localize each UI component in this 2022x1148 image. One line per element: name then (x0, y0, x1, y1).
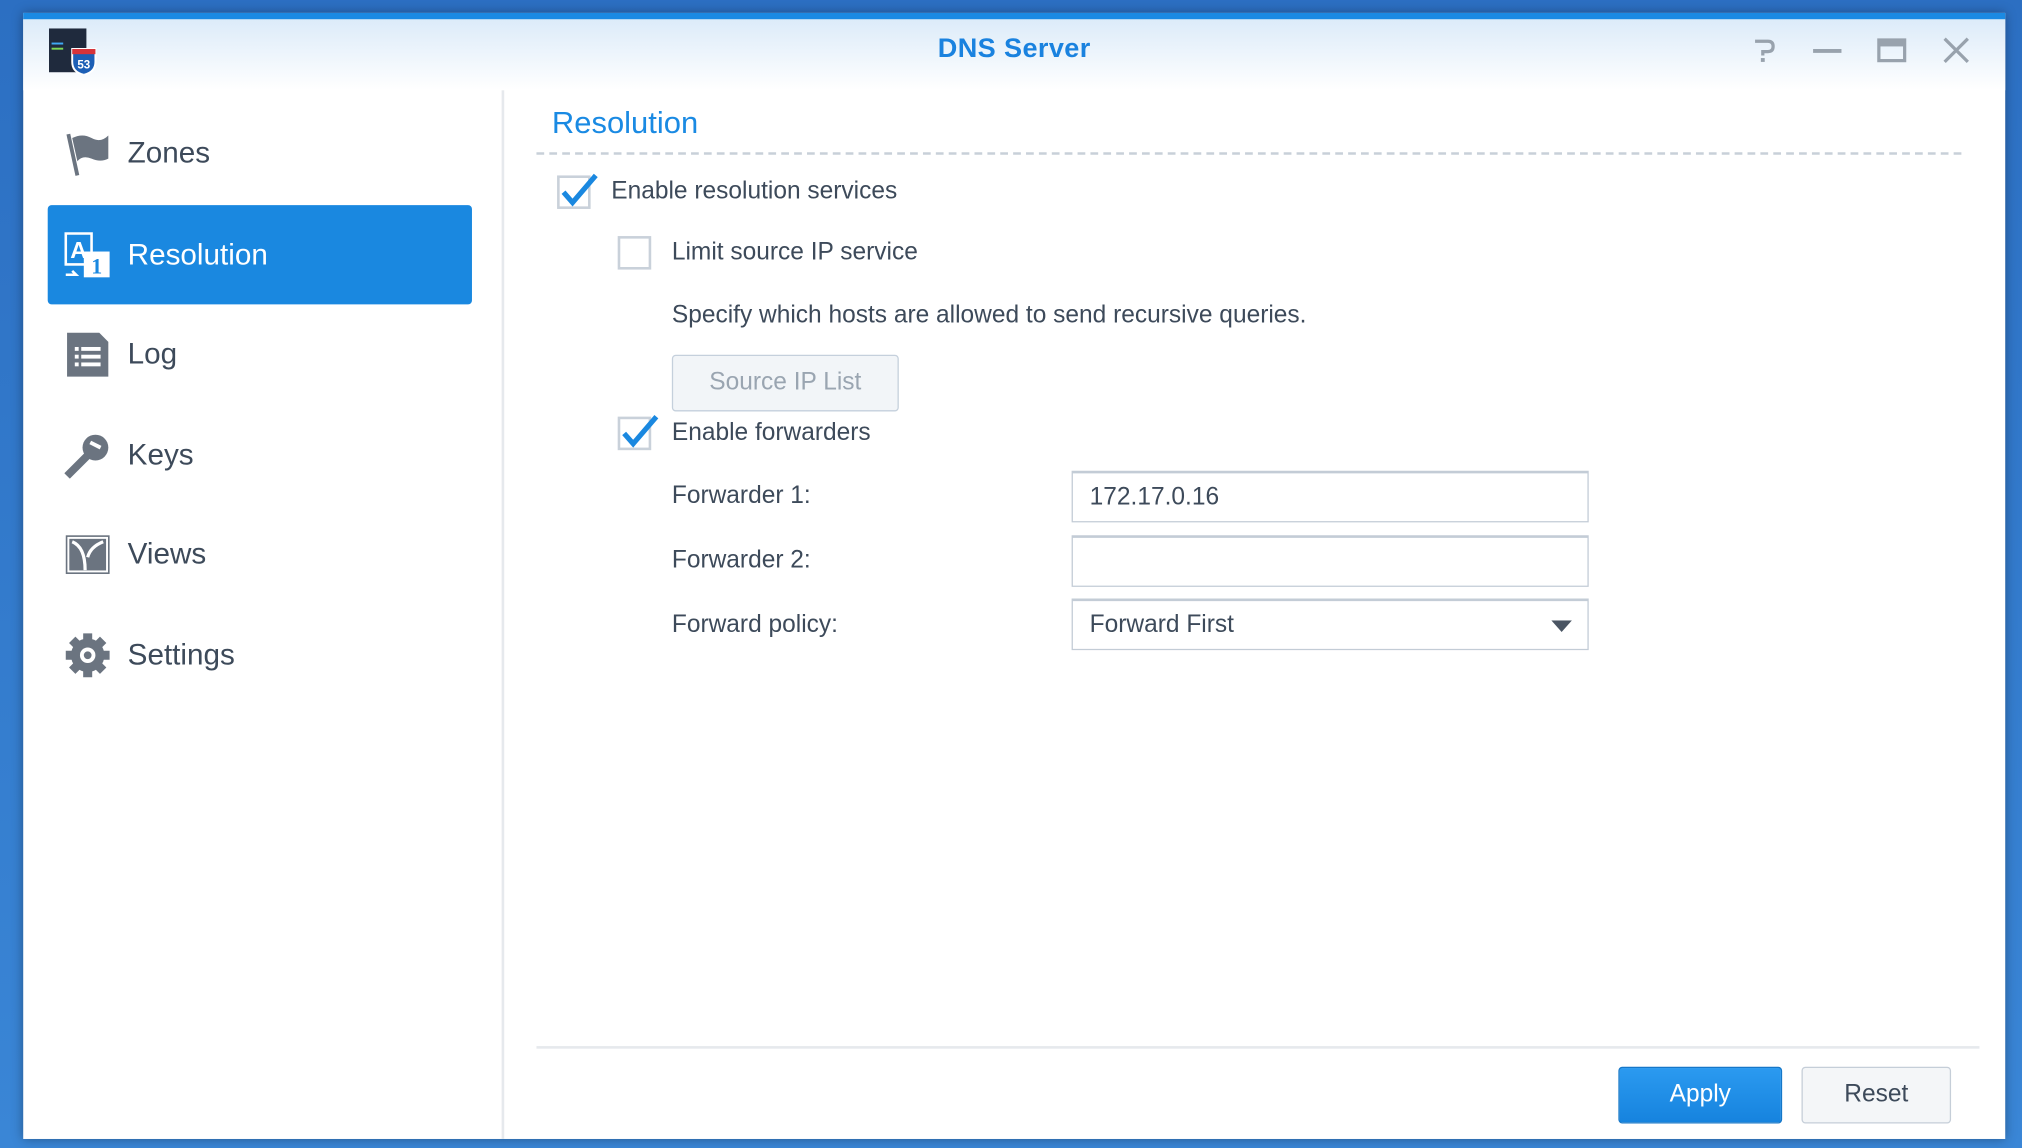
flag-icon (66, 133, 109, 176)
forwarder2-input[interactable] (1071, 535, 1589, 587)
sidebar-item-label: Log (127, 336, 178, 371)
limit-description: Specify which hosts are allowed to send … (672, 302, 1307, 330)
sidebar-item-label: Settings (127, 637, 235, 671)
enable-forwarders-row: Enable forwarders (617, 414, 871, 451)
section-title: Resolution (551, 105, 699, 141)
enable-resolution-row: Enable resolution services (557, 173, 898, 209)
sidebar-item-label: Zones (127, 135, 211, 169)
forwarder1-input[interactable]: 172.17.0.16 (1071, 470, 1589, 523)
sidebar-item-resolution[interactable]: A1 Resolution (47, 205, 472, 305)
close-icon[interactable] (1941, 35, 1972, 66)
help-icon[interactable] (1749, 35, 1780, 66)
forwarder1-label: Forwarder 1: (671, 482, 811, 510)
views-icon (65, 534, 110, 574)
maximize-icon[interactable] (1876, 35, 1907, 66)
enable-resolution-label: Enable resolution services (611, 178, 898, 206)
footer-divider (536, 1046, 1980, 1049)
forward-policy-select[interactable]: Forward First (1071, 598, 1589, 651)
checkmark-icon (561, 173, 598, 207)
limit-source-ip-row: Limit source IP service (617, 236, 918, 270)
sidebar-item-label: Views (127, 536, 207, 571)
reset-button[interactable]: Reset (1801, 1066, 1952, 1124)
chevron-down-icon (1551, 620, 1572, 633)
window-title: DNS Server (937, 33, 1091, 64)
checkmark-icon (622, 414, 659, 448)
resolution-panel: Resolution Enable resolution services Li… (536, 90, 1980, 1139)
limit-source-ip-checkbox[interactable] (617, 236, 652, 270)
apply-button[interactable]: Apply (1618, 1066, 1783, 1124)
forwarder2-label: Forwarder 2: (671, 546, 811, 575)
key-icon (64, 434, 109, 478)
sidebar-item-log[interactable]: Log (48, 304, 472, 403)
log-icon (67, 332, 109, 377)
forward-policy-label: Forward policy: (671, 611, 838, 639)
svg-text:1: 1 (91, 253, 102, 278)
dns-server-window: 53 DNS Server Zones A1 Resolution Log Ke… (23, 12, 2006, 1139)
sidebar-item-views[interactable]: Views (48, 504, 472, 603)
enable-forwarders-checkbox[interactable] (617, 414, 659, 451)
section-divider (536, 152, 1962, 155)
sidebar-item-label: Keys (127, 437, 194, 471)
minimize-icon[interactable] (1812, 35, 1843, 66)
sidebar: Zones A1 Resolution Log Keys Views Setti… (23, 90, 505, 1139)
enable-forwarders-label: Enable forwarders (671, 419, 871, 447)
forward-policy-value: Forward First (1089, 610, 1234, 638)
limit-source-ip-label: Limit source IP service (671, 238, 918, 266)
sidebar-item-zones[interactable]: Zones (48, 103, 472, 202)
resolution-icon: A1 (64, 231, 110, 278)
sidebar-item-label: Resolution (127, 237, 268, 271)
limit-description-text: Specify which hosts are allowed to send … (671, 301, 1307, 329)
sidebar-item-settings[interactable]: Settings (48, 605, 472, 704)
sidebar-item-keys[interactable]: Keys (48, 405, 472, 504)
source-ip-list-button[interactable]: Source IP List (671, 354, 899, 412)
enable-resolution-checkbox[interactable] (557, 173, 598, 209)
gear-icon (65, 632, 110, 677)
title-bar: 53 DNS Server (23, 19, 2006, 91)
